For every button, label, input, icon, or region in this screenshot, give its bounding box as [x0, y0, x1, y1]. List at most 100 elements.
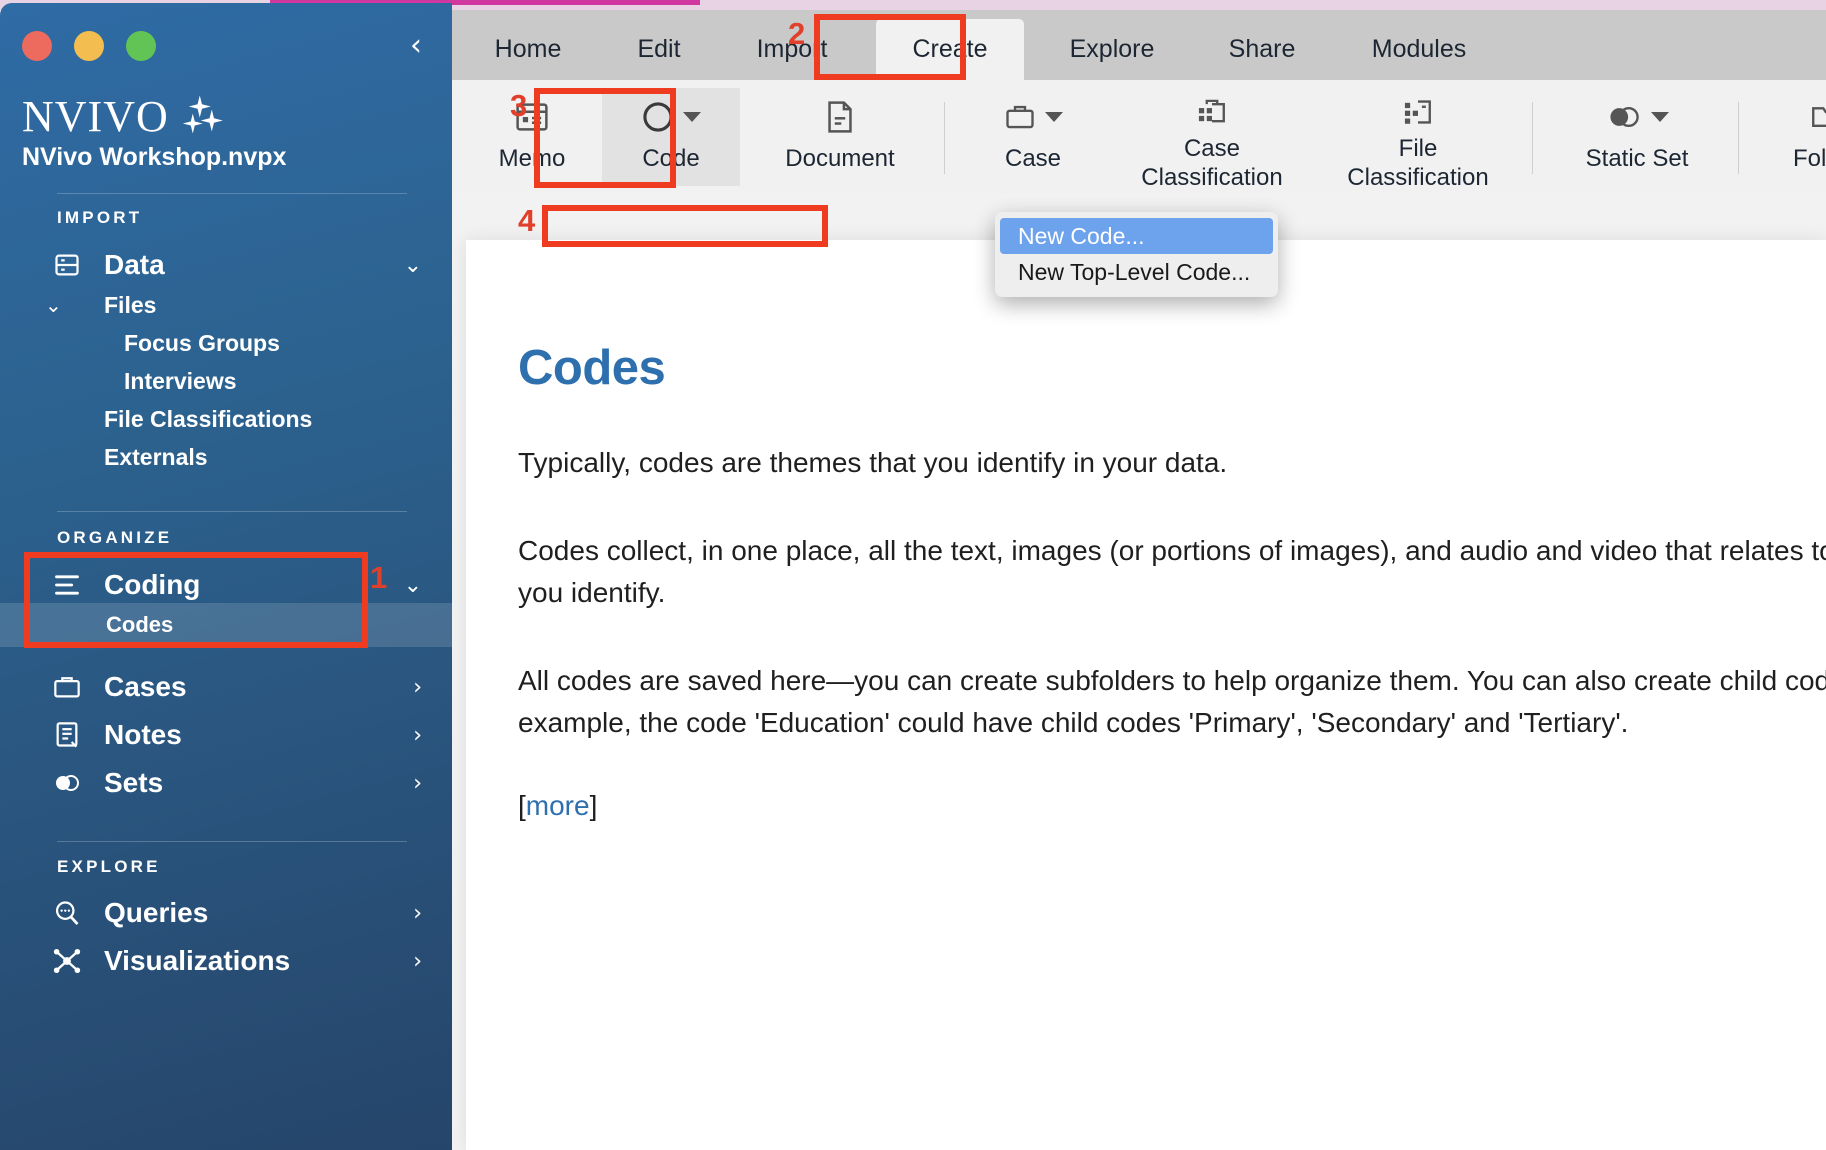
sidebar-item-externals[interactable]: Externals [0, 433, 452, 481]
ribbon-button-label: File Classification [1347, 135, 1489, 191]
sidebar-item-label: Notes [104, 719, 182, 750]
chevron-right-icon: › [413, 722, 422, 748]
more-link[interactable]: more [526, 790, 590, 821]
sidebar-divider-1 [57, 193, 407, 194]
zoom-window-button[interactable] [126, 31, 156, 61]
sidebar-item-label: File Classifications [104, 405, 313, 432]
sidebar-item-sets[interactable]: Sets › [0, 759, 452, 807]
bracket-open: [ [518, 790, 526, 821]
tab-edit[interactable]: Edit [604, 19, 714, 80]
sidebar-item-label: Codes [106, 612, 174, 637]
annotation-number-3: 3 [510, 88, 528, 123]
sidebar-item-queries[interactable]: Queries › [0, 889, 452, 937]
ribbon-code-button[interactable]: Code [602, 88, 740, 186]
ribbon-separator-2 [1532, 102, 1533, 174]
chevron-down-icon [1045, 112, 1063, 122]
ribbon-case-button[interactable]: Case [960, 88, 1106, 186]
sidebar-section-explore: EXPLORE [57, 857, 161, 876]
network-icon [52, 946, 82, 976]
sidebar-item-label: Cases [104, 671, 187, 702]
search-query-icon [52, 898, 82, 928]
ribbon-separator-1 [944, 102, 945, 174]
chevron-down-icon [1651, 112, 1669, 122]
menu-item-new-top-level-code[interactable]: New Top-Level Code... [995, 254, 1278, 290]
sidebar-item-cases[interactable]: Cases › [0, 663, 452, 711]
sidebar-item-label: Sets [104, 767, 164, 798]
page-title: Codes [518, 341, 666, 395]
main-area: Home Edit Import Create Explore Share Mo… [452, 10, 1826, 1150]
project-file-name: NVivo Workshop.nvpx [22, 143, 287, 171]
chevron-down-icon: ⌄ [403, 572, 422, 598]
more-line: [more] [518, 790, 1826, 822]
document-pane: Codes Typically, codes are themes that y… [466, 240, 1826, 1150]
sidebar-item-label: Queries [104, 897, 209, 928]
briefcase-icon [52, 672, 82, 702]
ribbon-button-label: Document [785, 145, 895, 172]
nvivo-window: ‹ NVIVO NVivo Workshop.nvpx IMPORT Data … [0, 0, 1826, 1150]
window-traffic-lights [22, 31, 156, 61]
document-icon [824, 96, 856, 138]
ribbon-button-label: Memo [498, 145, 566, 172]
tab-modules[interactable]: Modules [1338, 19, 1500, 80]
sidebar-item-label: Focus Groups [124, 329, 280, 356]
chevron-right-icon: › [413, 674, 422, 700]
sidebar-section-import: IMPORT [57, 208, 143, 227]
coding-lines-icon [52, 570, 82, 600]
code-dropdown-menu: New Code... New Top-Level Code... [995, 212, 1278, 297]
ribbon-tabbar: Home Edit Import Create Explore Share Mo… [452, 10, 1826, 80]
brand-wordmark: NVIVO [22, 92, 169, 141]
ribbon-button-label: Case Classification [1141, 135, 1283, 191]
annotation-number-1: 1 [370, 560, 388, 595]
ribbon-memo-button[interactable]: Memo [470, 88, 594, 186]
folder-icon [1809, 96, 1826, 138]
sidebar-item-codes[interactable]: Codes [0, 603, 452, 647]
ribbon-button-label: Static Set [1585, 145, 1689, 172]
sidebar-section-organize: ORGANIZE [57, 528, 173, 547]
ribbon-case-classification-button[interactable]: Case Classification [1112, 88, 1312, 191]
ribbon-static-set-button[interactable]: Static Set [1548, 88, 1726, 186]
ribbon-document-button[interactable]: Document [752, 88, 928, 186]
tab-share[interactable]: Share [1200, 19, 1324, 80]
ribbon-file-classification-button[interactable]: File Classification [1318, 88, 1518, 191]
annotation-number-4: 4 [518, 203, 536, 238]
ribbon-folder-button[interactable]: Folder [1752, 88, 1826, 186]
document-paragraph: Codes collect, in one place, all the tex… [518, 535, 1826, 608]
sidebar-item-notes[interactable]: Notes › [0, 711, 452, 759]
ribbon-separator-3 [1738, 102, 1739, 174]
sidebar-item-label: Data [104, 249, 165, 280]
file-classification-icon [1401, 96, 1435, 128]
chevron-right-icon: › [413, 948, 422, 974]
close-window-button[interactable] [22, 31, 52, 61]
sidebar-item-label: Externals [104, 443, 208, 470]
static-set-icon [1605, 96, 1669, 138]
ribbon-button-label: Code [642, 145, 700, 172]
sidebar-item-label: Interviews [124, 367, 237, 394]
notes-icon [52, 720, 82, 750]
case-classification-icon [1195, 96, 1229, 128]
document-paragraph: Typically, codes are themes that you ide… [518, 447, 1228, 478]
briefcase-icon [1003, 96, 1063, 138]
chevron-right-icon: › [413, 900, 422, 926]
nvivo-logo: NVIVO [22, 91, 223, 142]
sidebar-item-label: Coding [104, 569, 201, 600]
tab-create[interactable]: Create [876, 19, 1024, 80]
sidebar-divider-3 [57, 841, 407, 842]
tab-home[interactable]: Home [466, 19, 590, 80]
document-content: Codes Typically, codes are themes that y… [518, 340, 1826, 822]
sets-icon [52, 768, 82, 798]
menu-item-new-code[interactable]: New Code... [1000, 218, 1273, 254]
ribbon-button-label: Folder [1792, 145, 1826, 172]
sparkles-icon [175, 95, 223, 138]
sidebar-item-visualizations[interactable]: Visualizations › [0, 937, 452, 985]
minimize-window-button[interactable] [74, 31, 104, 61]
bracket-close: ] [589, 790, 598, 821]
chevron-down-icon [683, 112, 701, 122]
annotation-number-2: 2 [788, 16, 806, 51]
document-paragraph: All codes are saved here—you can create … [518, 665, 1826, 738]
database-icon [52, 250, 82, 280]
chevron-left-icon[interactable]: ‹ [410, 31, 422, 61]
ribbon-toolbar: Memo Code Document Case Case Classificat… [452, 80, 1826, 193]
tab-explore[interactable]: Explore [1038, 19, 1186, 80]
chevron-down-icon: ⌄ [403, 252, 422, 278]
ribbon-button-label: Case [1004, 145, 1062, 172]
